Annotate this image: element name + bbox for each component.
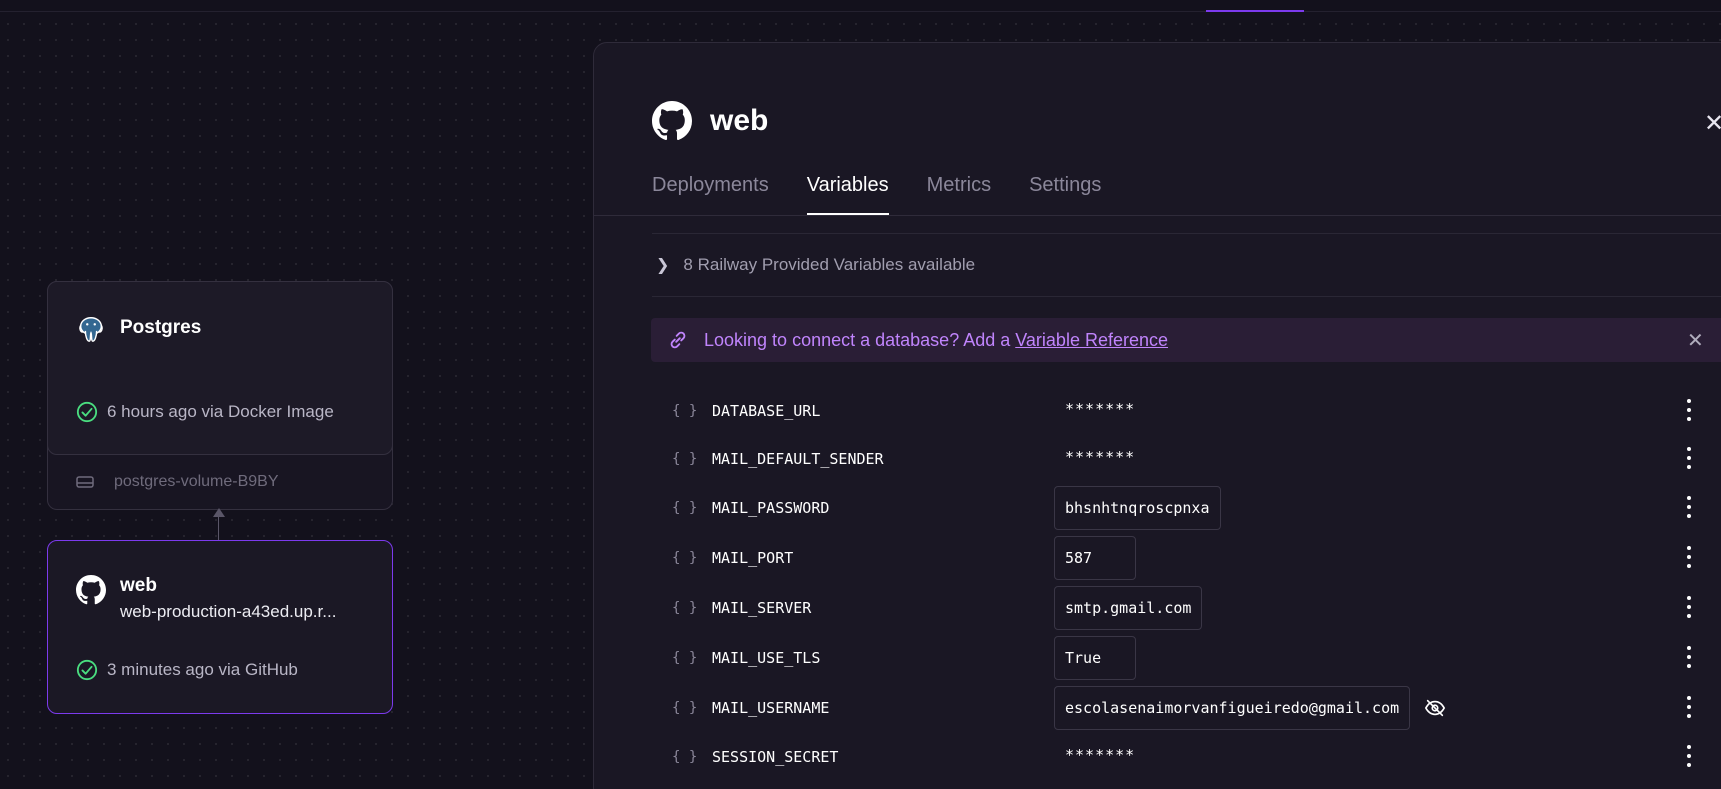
variable-brace-icon: { } xyxy=(672,550,698,566)
more-vertical-icon[interactable] xyxy=(1686,646,1692,668)
eye-off-icon[interactable] xyxy=(1424,697,1446,719)
more-vertical-icon[interactable] xyxy=(1686,447,1692,469)
variable-row: { } SESSION_SECRET ******* xyxy=(672,735,1712,779)
web-card-url[interactable]: web-production-a43ed.up.r... xyxy=(120,602,380,622)
postgres-volume[interactable]: postgres-volume-B9BY xyxy=(76,473,279,491)
variable-reference-link[interactable]: Variable Reference xyxy=(1015,330,1168,351)
variable-brace-icon: { } xyxy=(672,403,698,419)
variable-name: MAIL_DEFAULT_SENDER xyxy=(712,450,884,468)
chevron-right-icon: ❯ xyxy=(656,257,670,274)
tab-settings[interactable]: Settings xyxy=(1029,174,1101,215)
variable-row: { } MAIL_PASSWORD bhsnhtnqroscpnxa xyxy=(672,486,1712,530)
provided-variables-toggle[interactable]: ❯ 8 Railway Provided Variables available xyxy=(656,255,975,275)
variable-brace-icon: { } xyxy=(672,650,698,666)
variable-name: MAIL_PASSWORD xyxy=(712,499,830,517)
variable-brace-icon: { } xyxy=(672,749,698,765)
postgres-service-card[interactable]: Postgres 6 hours ago via Docker Image po… xyxy=(47,281,393,510)
connector-arrow-icon xyxy=(213,508,225,517)
active-tab-indicator xyxy=(1206,10,1304,12)
variable-row: { } MAIL_USE_TLS True xyxy=(672,636,1712,680)
variable-name: MAIL_PORT xyxy=(712,549,794,567)
variable-brace-icon: { } xyxy=(672,500,698,516)
more-vertical-icon[interactable] xyxy=(1686,745,1692,767)
postgres-card-title: Postgres xyxy=(120,317,202,338)
section-divider xyxy=(652,233,1721,234)
more-vertical-icon[interactable] xyxy=(1686,399,1692,421)
postgres-icon xyxy=(79,317,103,342)
banner-text: Looking to connect a database? Add a xyxy=(704,329,1011,350)
tabs-divider xyxy=(594,215,1721,216)
variable-brace-icon: { } xyxy=(672,451,698,467)
variable-brace-icon: { } xyxy=(672,700,698,716)
github-icon xyxy=(76,575,106,605)
variable-row: { } DATABASE_URL ******* xyxy=(672,389,1712,433)
tab-metrics[interactable]: Metrics xyxy=(927,174,991,215)
panel-tabs: Deployments Variables Metrics Settings xyxy=(652,174,1101,215)
more-vertical-icon[interactable] xyxy=(1686,546,1692,568)
service-detail-panel: web ✕ Deployments Variables Metrics Sett… xyxy=(593,42,1721,789)
variable-name: DATABASE_URL xyxy=(712,402,821,420)
variable-value[interactable]: bhsnhtnqroscpnxa xyxy=(1054,486,1221,530)
postgres-card-body[interactable]: Postgres 6 hours ago via Docker Image xyxy=(47,281,393,455)
variable-name: MAIL_SERVER xyxy=(712,599,812,617)
web-status-text: 3 minutes ago via GitHub xyxy=(107,660,298,679)
more-vertical-icon[interactable] xyxy=(1686,596,1692,618)
check-circle-icon xyxy=(76,659,98,681)
variable-value[interactable]: ******* xyxy=(1054,437,1146,481)
database-hint-banner: Looking to connect a database? Add a Var… xyxy=(651,318,1721,362)
web-service-card[interactable]: web web-production-a43ed.up.r... 3 minut… xyxy=(47,540,393,714)
variable-name: MAIL_USERNAME xyxy=(712,699,830,717)
variable-row: { } MAIL_SERVER smtp.gmail.com xyxy=(672,586,1712,630)
variable-row: { } MAIL_DEFAULT_SENDER ******* xyxy=(672,437,1712,481)
postgres-deploy-status: 6 hours ago via Docker Image xyxy=(76,401,334,423)
github-icon xyxy=(652,101,692,141)
postgres-status-text: 6 hours ago via Docker Image xyxy=(107,402,334,421)
web-deploy-status: 3 minutes ago via GitHub xyxy=(76,659,298,681)
section-divider xyxy=(652,296,1721,297)
close-icon: ✕ xyxy=(1704,110,1721,137)
panel-title: web xyxy=(710,104,769,137)
close-panel-button[interactable]: ✕ xyxy=(1704,109,1721,138)
volume-name: postgres-volume-B9BY xyxy=(114,473,279,490)
check-circle-icon xyxy=(76,401,98,423)
variable-value[interactable]: smtp.gmail.com xyxy=(1054,586,1203,630)
close-icon[interactable]: ✕ xyxy=(1687,328,1704,353)
link-icon xyxy=(670,331,686,349)
tab-deployments[interactable]: Deployments xyxy=(652,174,769,215)
variable-value[interactable]: True xyxy=(1054,636,1136,680)
web-card-title: web xyxy=(120,575,157,596)
hard-drive-icon xyxy=(76,476,94,488)
provided-variables-label: 8 Railway Provided Variables available xyxy=(683,255,976,274)
variable-value[interactable]: escolasenaimorvanfigueiredo@gmail.com xyxy=(1054,686,1411,730)
variable-value[interactable]: ******* xyxy=(1054,735,1146,779)
variable-name: MAIL_USE_TLS xyxy=(712,649,821,667)
variable-name: SESSION_SECRET xyxy=(712,748,839,766)
variable-value[interactable]: ******* xyxy=(1054,389,1146,433)
tab-variables[interactable]: Variables xyxy=(806,174,889,215)
variable-brace-icon: { } xyxy=(672,600,698,616)
variable-value[interactable]: 587 xyxy=(1054,536,1136,580)
more-vertical-icon[interactable] xyxy=(1686,496,1692,518)
variable-row: { } MAIL_PORT 587 xyxy=(672,536,1712,580)
more-vertical-icon[interactable] xyxy=(1686,696,1692,718)
top-bar xyxy=(0,0,1721,12)
variable-row: { } MAIL_USERNAME escolasenaimorvanfigue… xyxy=(672,686,1712,730)
panel-header: web xyxy=(652,101,768,141)
